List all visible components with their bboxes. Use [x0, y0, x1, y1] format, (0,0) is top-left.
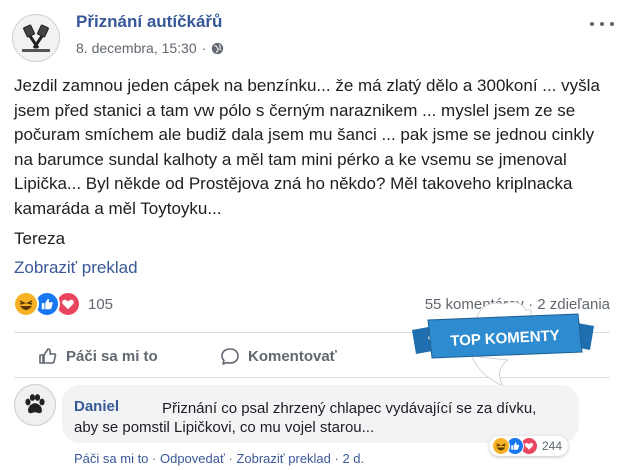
comment-reaction-summary[interactable]: 244	[489, 436, 569, 456]
like-button-label: Páči sa mi to	[66, 347, 158, 365]
comment-actions: Páči sa mi to · Odpovedať · Zobraziť pre…	[74, 451, 364, 466]
haha-reaction-icon	[13, 291, 39, 317]
comment-translate-link[interactable]: Zobraziť preklad	[236, 451, 330, 466]
separator: ·	[224, 451, 237, 466]
commenter-avatar[interactable]	[14, 384, 56, 426]
comment-reaction-count: 244	[542, 439, 563, 453]
page-name-link[interactable]: Přiznání autíčkářů	[76, 12, 222, 32]
comment-text-line1: Přiznání co psal zhrzený chlapec vydávaj…	[162, 400, 537, 417]
like-button[interactable]: Páči sa mi to	[38, 344, 158, 368]
comment-like-link[interactable]: Páči sa mi to	[74, 451, 148, 466]
post-signature: Tereza	[14, 229, 66, 248]
paw-icon	[25, 394, 45, 414]
top-comments-badge: TOP KOMENTY	[408, 301, 598, 388]
comment-timestamp[interactable]: 2 d.	[342, 451, 364, 466]
page-avatar[interactable]	[12, 14, 60, 62]
post-text: Jezdil zamnou jeden cápek na benzínku...…	[14, 76, 600, 218]
pistons-logo-icon	[22, 24, 50, 52]
post-date[interactable]: 8. decembra, 15:30	[76, 40, 197, 56]
separator: ·	[330, 451, 343, 466]
speech-bubble-icon	[221, 348, 239, 365]
post-timestamp[interactable]: 8. decembra, 15:30 ·	[76, 40, 224, 56]
separator: ·	[148, 451, 160, 466]
comment-reply-link[interactable]: Odpovedať	[160, 451, 225, 466]
reaction-count[interactable]: 105	[88, 296, 113, 313]
see-translation-link[interactable]: Zobraziť preklad	[14, 258, 138, 278]
more-options-icon[interactable]	[590, 16, 614, 32]
globe-icon	[212, 42, 224, 54]
comment-text-line2: aby se pomstil Lipičkovi, co mu vojel st…	[74, 419, 375, 436]
comment-author-link[interactable]: Daniel	[74, 398, 119, 415]
haha-reaction-icon	[492, 437, 510, 455]
thumbs-up-icon	[39, 348, 57, 364]
comment-button-label: Komentovať	[248, 347, 337, 365]
reaction-summary[interactable]: 105	[13, 291, 113, 317]
comment-button[interactable]: Komentovať	[220, 344, 337, 368]
